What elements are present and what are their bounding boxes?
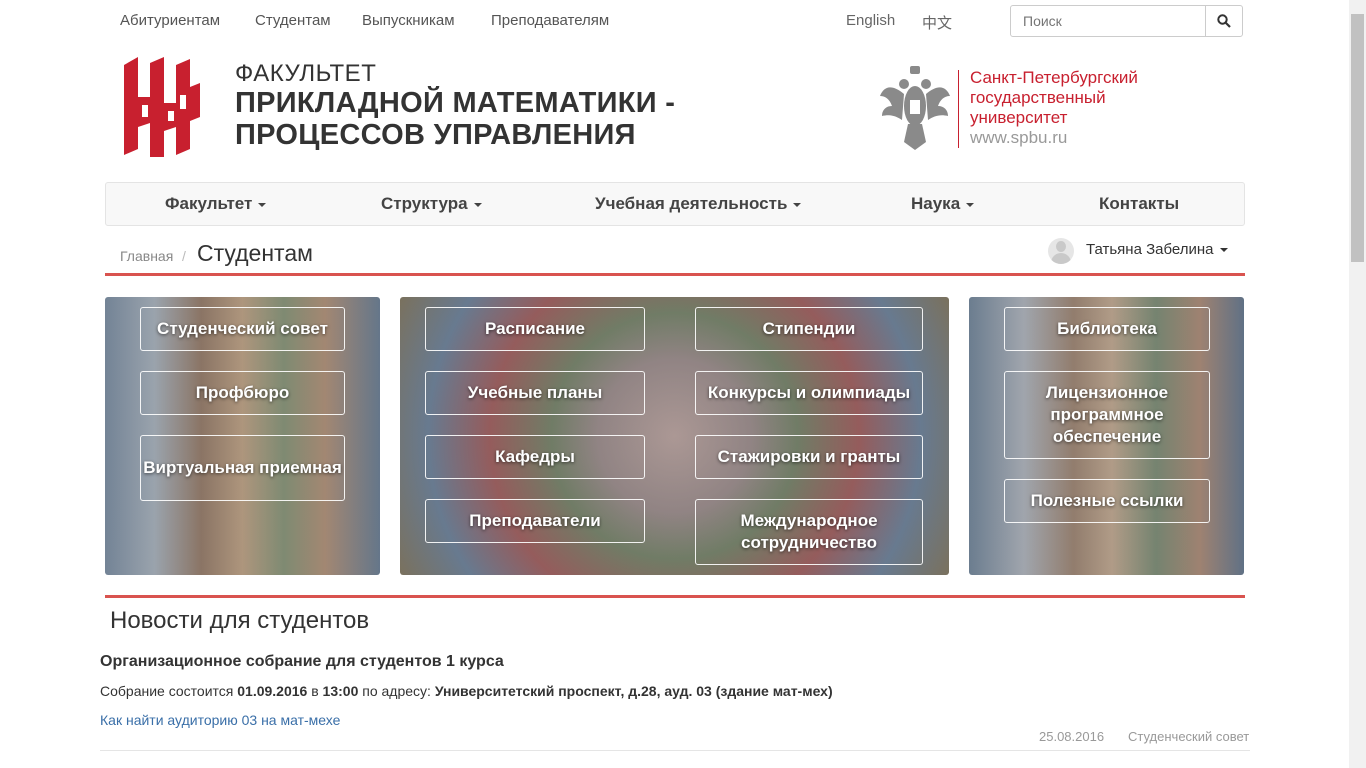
main-nav: Факультет Структура Учебная деятельность… bbox=[105, 182, 1245, 226]
spbu-emblem[interactable] bbox=[880, 66, 950, 150]
faculty-name-line2: ПРОЦЕССОВ УПРАВЛЕНИЯ bbox=[235, 119, 636, 151]
news-divider bbox=[105, 595, 1245, 598]
panel-student-life: Студенческий совет Профбюро Виртуальная … bbox=[105, 297, 380, 575]
tile-international[interactable]: Международное сотрудничество bbox=[695, 499, 923, 565]
news-item-date: 25.08.2016 bbox=[1039, 729, 1105, 744]
tile-departments[interactable]: Кафедры bbox=[425, 435, 645, 479]
nav-item-label: Структура bbox=[381, 194, 468, 213]
panel-education: Расписание Стипендии Учебные планы Конку… bbox=[400, 297, 949, 575]
faculty-logo[interactable] bbox=[124, 57, 202, 157]
breadcrumb-separator: / bbox=[182, 248, 186, 264]
panel-resources: Библиотека Лицензионное программное обес… bbox=[969, 297, 1244, 575]
search-input[interactable] bbox=[1011, 6, 1207, 36]
avatar bbox=[1048, 238, 1074, 264]
topnav-item-teachers[interactable]: Преподавателям bbox=[491, 12, 609, 29]
scrollbar-thumb[interactable] bbox=[1351, 14, 1364, 262]
tile-library[interactable]: Библиотека bbox=[1004, 307, 1210, 351]
news-item-text: Собрание состоится 01.09.2016 в 13:00 по… bbox=[100, 683, 833, 699]
user-name: Татьяна Забелина bbox=[1086, 241, 1228, 258]
caret-down-icon bbox=[258, 202, 267, 207]
caret-down-icon bbox=[966, 202, 975, 207]
tile-useful-links[interactable]: Полезные ссылки bbox=[1004, 479, 1210, 523]
tile-teachers[interactable]: Преподаватели bbox=[425, 499, 645, 543]
nav-item-structure[interactable]: Структура bbox=[381, 194, 482, 214]
news-section-title: Новости для студентов bbox=[110, 607, 370, 634]
tile-competitions[interactable]: Конкурсы и олимпиады bbox=[695, 371, 923, 415]
page-scrollbar[interactable] bbox=[1349, 0, 1366, 768]
tile-internships[interactable]: Стажировки и гранты bbox=[695, 435, 923, 479]
tile-scholarships[interactable]: Стипендии bbox=[695, 307, 923, 351]
spbu-name-line3: университет bbox=[970, 108, 1068, 127]
nav-item-contacts[interactable]: Контакты bbox=[1099, 194, 1179, 214]
topnav-item-graduates[interactable]: Выпускникам bbox=[362, 12, 455, 29]
spbu-divider bbox=[958, 70, 959, 148]
spbu-name[interactable]: Санкт-Петербургский государственный унив… bbox=[970, 68, 1138, 148]
news-item-category[interactable]: Студенческий совет bbox=[1128, 729, 1249, 744]
caret-down-icon bbox=[473, 202, 482, 207]
tile-curricula[interactable]: Учебные планы bbox=[425, 371, 645, 415]
lang-chinese-link[interactable]: 中文 bbox=[922, 12, 952, 33]
news-item-link[interactable]: Как найти аудиторию 03 на мат-мехе bbox=[100, 712, 340, 728]
breadcrumb-home[interactable]: Главная bbox=[120, 248, 173, 264]
tile-student-council[interactable]: Студенческий совет bbox=[140, 307, 345, 351]
caret-down-icon bbox=[793, 202, 802, 207]
nav-item-label: Факультет bbox=[165, 194, 253, 213]
faculty-label: ФАКУЛЬТЕТ bbox=[235, 60, 377, 87]
nav-item-label: Наука bbox=[911, 194, 961, 213]
tile-licensed-software[interactable]: Лицензионное программное обеспечение bbox=[1004, 371, 1210, 459]
search-button[interactable] bbox=[1205, 6, 1242, 36]
caret-down-icon bbox=[1219, 248, 1228, 253]
faculty-name: ПРИКЛАДНОЙ МАТЕМАТИКИ - ПРОЦЕССОВ УПРАВЛ… bbox=[235, 87, 675, 151]
nav-item-education[interactable]: Учебная деятельность bbox=[595, 194, 802, 214]
nav-item-label: Учебная деятельность bbox=[595, 194, 788, 213]
search-icon bbox=[1217, 14, 1231, 28]
news-item-title[interactable]: Организационное собрание для студентов 1… bbox=[100, 653, 504, 671]
breadcrumb-divider bbox=[105, 273, 1245, 276]
page-title: Студентам bbox=[197, 240, 313, 266]
news-item-divider bbox=[100, 750, 1250, 751]
nav-item-faculty[interactable]: Факультет bbox=[165, 194, 267, 214]
spbu-name-line1: Санкт-Петербургский bbox=[970, 68, 1138, 87]
topnav-item-applicants[interactable]: Абитуриентам bbox=[120, 12, 220, 29]
topnav-item-students[interactable]: Студентам bbox=[255, 12, 331, 29]
search-box bbox=[1010, 5, 1243, 37]
tile-virtual-reception[interactable]: Виртуальная приемная bbox=[140, 435, 345, 501]
faculty-name-line1: ПРИКЛАДНОЙ МАТЕМАТИКИ - bbox=[235, 87, 676, 119]
spbu-name-line2: государственный bbox=[970, 88, 1106, 107]
nav-item-label: Контакты bbox=[1099, 194, 1180, 213]
tile-schedule[interactable]: Расписание bbox=[425, 307, 645, 351]
spbu-url: www.spbu.ru bbox=[970, 128, 1068, 147]
tile-trade-union[interactable]: Профбюро bbox=[140, 371, 345, 415]
lang-english-link[interactable]: English bbox=[846, 12, 895, 29]
nav-item-science[interactable]: Наука bbox=[911, 194, 975, 214]
